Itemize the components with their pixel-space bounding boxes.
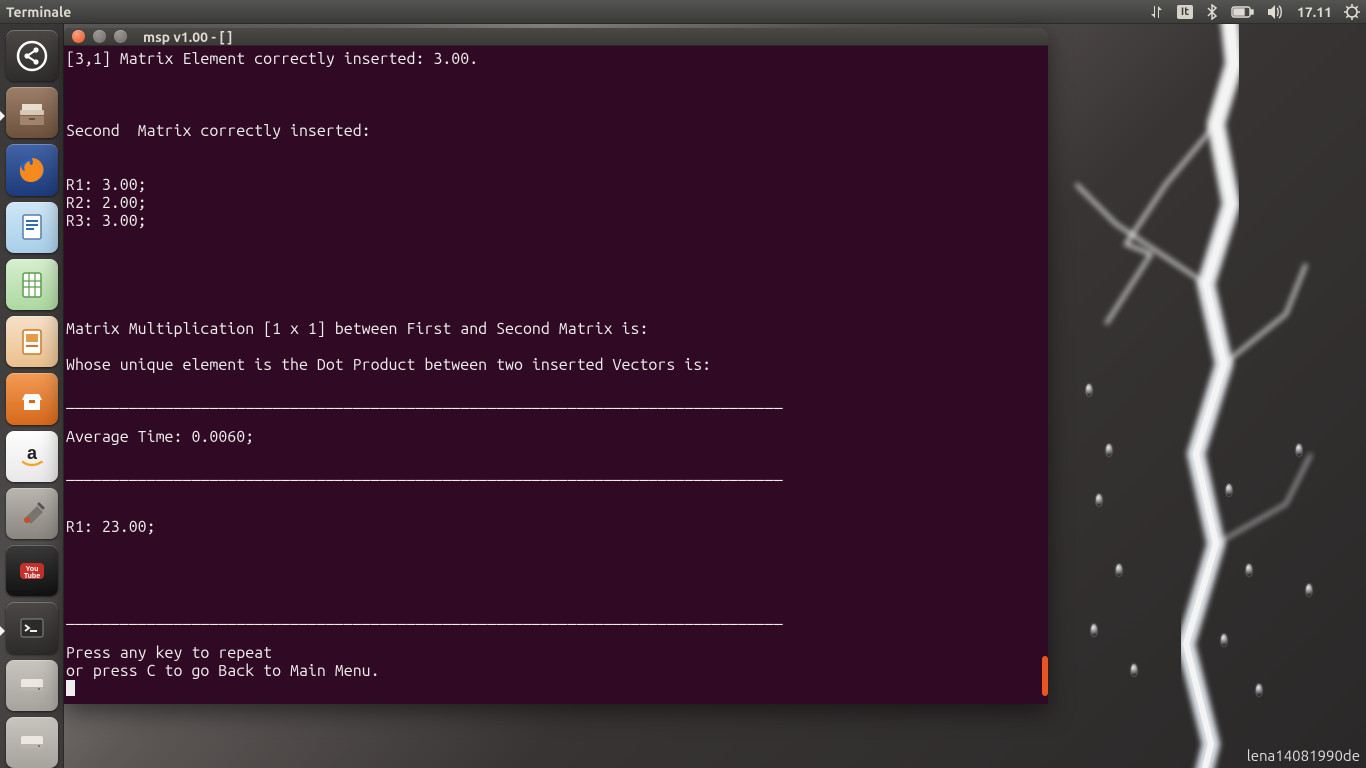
launcher-libreoffice-calc[interactable] xyxy=(6,259,58,310)
svg-text:Tube: Tube xyxy=(23,573,39,580)
launcher-libreoffice-impress[interactable] xyxy=(6,316,58,367)
wallpaper-watermark: lena14081990de xyxy=(1247,747,1360,764)
launcher-system-settings[interactable] xyxy=(6,488,58,539)
launcher-terminal[interactable] xyxy=(6,602,58,653)
unity-launcher: a YouTube xyxy=(0,24,64,768)
window-titlebar[interactable]: msp v1.00 - [ ] xyxy=(64,28,1048,46)
terminal-window: msp v1.00 - [ ] [3,1] Matrix Element cor… xyxy=(64,28,1048,704)
wallpaper-lightning xyxy=(1056,24,1316,768)
svg-text:You: You xyxy=(25,566,38,573)
keyboard-layout-label: It xyxy=(1177,5,1193,19)
terminal-cursor xyxy=(66,680,75,696)
bluetooth-indicator[interactable] xyxy=(1205,4,1219,20)
network-indicator[interactable] xyxy=(1149,4,1165,20)
top-panel: Terminale It 17.11 xyxy=(0,0,1366,24)
launcher-amazon[interactable]: a xyxy=(6,431,58,482)
launcher-drive-1[interactable] xyxy=(6,660,58,711)
sound-indicator[interactable] xyxy=(1267,4,1285,20)
launcher-libreoffice-writer[interactable] xyxy=(6,202,58,253)
terminal-scrollbar-thumb[interactable] xyxy=(1042,656,1048,696)
keyboard-indicator[interactable]: It xyxy=(1177,5,1193,19)
window-close-button[interactable] xyxy=(72,30,85,43)
launcher-youtube[interactable]: YouTube xyxy=(6,545,58,596)
launcher-drive-2[interactable] xyxy=(6,717,58,768)
window-title: msp v1.00 - [ ] xyxy=(143,29,233,45)
terminal-output[interactable]: [3,1] Matrix Element correctly inserted:… xyxy=(64,46,1048,704)
clock[interactable]: 17.11 xyxy=(1297,4,1332,20)
window-minimize-button[interactable] xyxy=(93,30,106,43)
launcher-firefox[interactable] xyxy=(6,144,58,195)
launcher-dash[interactable] xyxy=(6,30,58,81)
wallpaper-rain xyxy=(1046,24,1366,768)
launcher-ubuntu-software[interactable] xyxy=(6,373,58,424)
session-indicator[interactable] xyxy=(1344,4,1360,20)
battery-indicator[interactable] xyxy=(1231,5,1255,19)
active-app-title: Terminale xyxy=(6,4,71,20)
window-maximize-button[interactable] xyxy=(114,30,127,43)
launcher-files[interactable] xyxy=(6,87,58,138)
svg-text:a: a xyxy=(26,443,37,463)
